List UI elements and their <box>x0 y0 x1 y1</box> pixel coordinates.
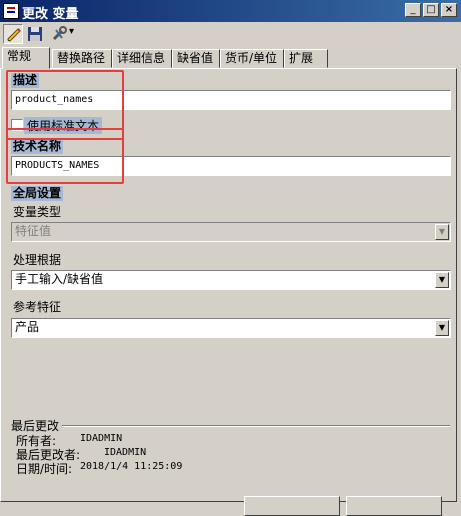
window-title: 更改 变量 <box>22 7 79 22</box>
last-changed-by-value: IDADMIN <box>104 447 147 458</box>
save-button[interactable] <box>25 24 45 44</box>
tab-default-values[interactable]: 缺省值 <box>172 49 220 68</box>
reference-characteristic-value: 产品 <box>15 320 40 334</box>
chevron-down-icon[interactable]: ▼ <box>435 272 449 288</box>
reference-characteristic-label: 参考特征 <box>13 300 62 314</box>
pencil-edit-icon <box>7 28 21 42</box>
edit-button[interactable] <box>3 24 23 44</box>
highlight-box-technical-name <box>6 128 124 184</box>
wrench-tools-icon <box>52 26 67 41</box>
toolbar: ▾ <box>0 22 461 46</box>
floppy-save-icon <box>28 27 42 41</box>
tab-details[interactable]: 详细信息 <box>112 49 172 68</box>
owner-value: IDADMIN <box>80 433 123 444</box>
tab-general[interactable]: 常规 <box>2 47 50 69</box>
tools-dropdown-button[interactable]: ▾ <box>49 24 79 44</box>
datetime-label: 日期/时间: <box>16 462 73 476</box>
variable-type-label: 变量类型 <box>13 205 62 219</box>
group-divider <box>62 425 450 427</box>
tab-extended[interactable]: 扩展 <box>284 49 328 68</box>
processing-by-value: 手工输入/缺省值 <box>15 272 104 286</box>
title-bar: 更改 变量 _ □ × <box>0 0 461 22</box>
processing-by-select[interactable]: 手工输入/缺省值 ▼ <box>11 270 451 290</box>
app-icon <box>3 3 19 19</box>
cancel-button[interactable] <box>346 496 442 516</box>
global-settings-header: 全局设置 <box>11 186 64 201</box>
minimize-button[interactable]: _ <box>405 3 421 17</box>
tab-strip: 常规 替换路径 详细信息 缺省值 货币/单位 扩展 <box>0 47 461 69</box>
close-button[interactable]: × <box>441 3 457 17</box>
processing-by-label: 处理根据 <box>13 253 62 267</box>
reference-characteristic-select[interactable]: 产品 ▼ <box>11 318 451 338</box>
tab-replacement-path[interactable]: 替换路径 <box>52 49 112 68</box>
ok-button[interactable] <box>244 496 340 516</box>
maximize-button[interactable]: □ <box>423 3 439 17</box>
variable-type-value: 特征值 <box>15 224 52 238</box>
variable-type-select: 特征值 ▼ <box>11 222 451 242</box>
chevron-down-icon: ▾ <box>69 26 75 37</box>
chevron-down-icon: ▼ <box>435 224 449 240</box>
datetime-value: 2018/1/4 11:25:09 <box>80 461 183 472</box>
chevron-down-icon[interactable]: ▼ <box>435 320 449 336</box>
tab-currency-unit[interactable]: 货币/单位 <box>220 49 284 68</box>
